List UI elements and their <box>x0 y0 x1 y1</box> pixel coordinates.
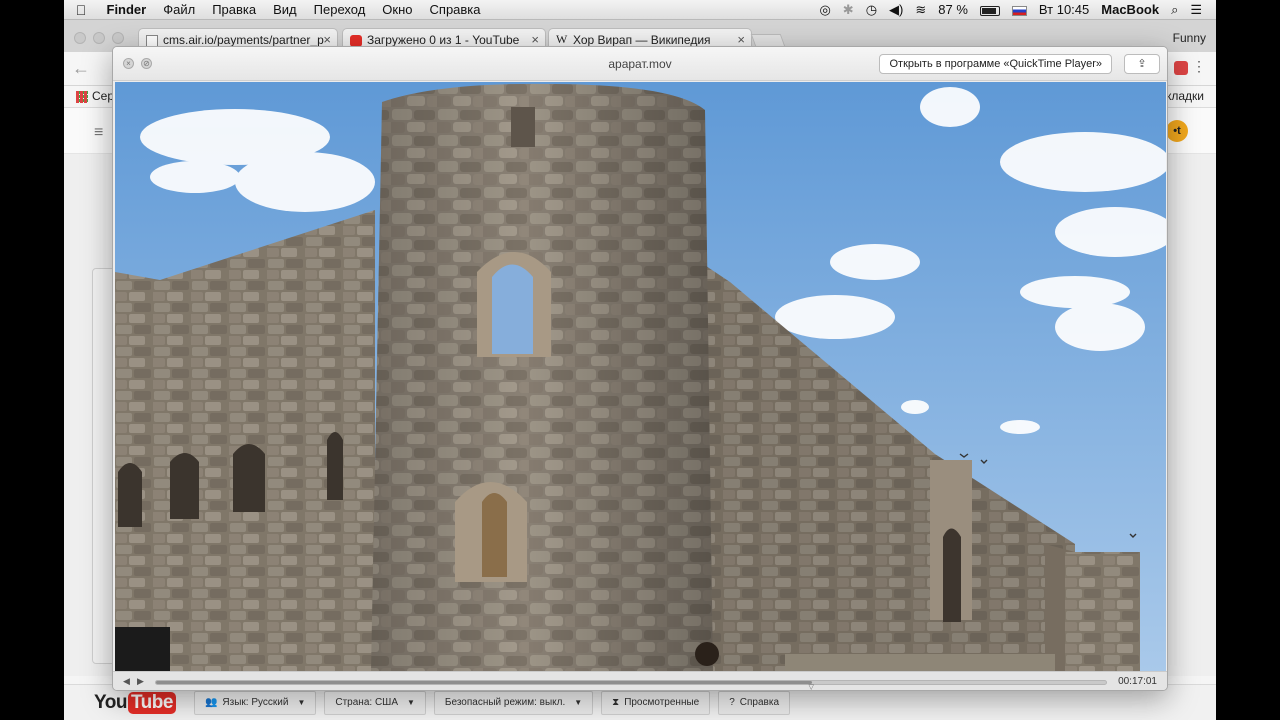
other-bookmarks[interactable]: кладки <box>1166 89 1204 103</box>
open-in-quicktime-button[interactable]: Открыть в программе «QuickTime Player» <box>879 54 1112 74</box>
help-icon: ? <box>729 697 735 708</box>
tab-title: cms.air.io/payments/partner_p <box>163 33 324 47</box>
input-source-flag-icon[interactable] <box>1006 2 1033 17</box>
playback-controls: ◀ ▶ ▽ 00:17:01 <box>113 671 1167 690</box>
volume-icon[interactable]: ◀) <box>883 2 909 18</box>
chrome-close-dot[interactable] <box>74 32 86 44</box>
menu-file[interactable]: Файл <box>155 2 204 17</box>
history-label: Просмотренные <box>624 697 700 708</box>
language-icon: 👥 <box>204 697 218 708</box>
elapsed-time: 00:17:01 <box>1118 676 1157 687</box>
close-tab-icon[interactable]: × <box>531 32 539 47</box>
extension-icon[interactable] <box>1174 61 1188 75</box>
menu-computer-name[interactable]: MacBook <box>1095 2 1165 17</box>
logo-you: You <box>94 691 127 713</box>
close-tab-icon[interactable]: × <box>323 32 331 47</box>
quicktime-window: × ⊘ арарат.mov Открыть в программе «Quic… <box>112 46 1168 691</box>
chrome-zoom-dot[interactable] <box>112 32 124 44</box>
safe-mode-select[interactable]: Безопасный режим: выкл. ▼ <box>433 690 594 715</box>
menu-bar:  Finder Файл Правка Вид Переход Окно Сп… <box>64 0 1216 20</box>
chevron-down-icon: ▼ <box>407 698 415 707</box>
back-arrow-icon[interactable]: ← <box>72 58 90 79</box>
menu-view[interactable]: Вид <box>265 2 306 17</box>
tab-title: Загружено 0 из 1 - YouTube <box>367 33 520 47</box>
apps-grid-icon[interactable] <box>76 91 88 103</box>
help-button[interactable]: ? Справка <box>718 690 791 715</box>
youtube-logo[interactable]: You Tube <box>94 691 176 714</box>
battery-icon[interactable] <box>974 2 1006 17</box>
account-avatar[interactable]: •t <box>1166 120 1188 142</box>
profile-name[interactable]: Funny <box>1173 31 1206 45</box>
chrome-menu-icon[interactable]: ⋮ <box>1192 58 1206 75</box>
wifi-icon[interactable]: ≋ <box>909 2 932 18</box>
tab-title: Хор Вирап — Википедия <box>573 33 711 47</box>
bookmark-services[interactable]: Сер <box>92 89 114 103</box>
share-icon[interactable]: ⇪ <box>1124 54 1160 74</box>
menu-app-name[interactable]: Finder <box>98 2 155 17</box>
country-select[interactable]: Страна: США ▼ <box>324 690 426 715</box>
battery-percent[interactable]: 87 % <box>932 2 974 17</box>
left-letterbox <box>0 0 64 720</box>
right-letterbox <box>1216 0 1280 720</box>
menu-edit[interactable]: Правка <box>204 2 265 17</box>
language-label: Язык: Русский <box>222 697 289 708</box>
notification-center-icon[interactable]: ☰ <box>1184 2 1208 18</box>
creative-cloud-icon[interactable]: ◎ <box>813 2 836 18</box>
bluetooth-icon[interactable]: ✱ <box>837 2 860 18</box>
rewind-icon[interactable]: ◀ <box>123 676 130 687</box>
history-button[interactable]: ⧗ Просмотренные <box>601 690 711 715</box>
time-machine-icon[interactable]: ◷ <box>860 2 883 18</box>
video-frame[interactable] <box>115 82 1166 671</box>
menu-window[interactable]: Окно <box>374 2 421 17</box>
quicktime-titlebar: × ⊘ арарат.mov Открыть в программе «Quic… <box>113 47 1167 81</box>
apple-icon[interactable]:  <box>64 2 98 18</box>
scrubber-progress <box>156 681 812 684</box>
language-select[interactable]: 👥 Язык: Русский ▼ <box>193 690 317 715</box>
fortress-video-still <box>115 82 1166 671</box>
play-icon[interactable]: ▶ <box>137 676 144 687</box>
spotlight-search-icon[interactable]: ⌕ <box>1165 2 1184 18</box>
hourglass-icon: ⧗ <box>612 697 620 708</box>
guide-menu-icon[interactable]: ≡ <box>94 124 103 142</box>
chevron-down-icon: ▼ <box>297 698 306 707</box>
menu-help[interactable]: Справка <box>421 2 489 17</box>
country-label: Страна: США <box>335 697 398 708</box>
scrubber-track[interactable]: ▽ <box>155 680 1107 690</box>
wikipedia-favicon-icon: W <box>556 32 568 46</box>
safe-mode-label: Безопасный режим: выкл. <box>444 697 566 708</box>
chrome-minimize-dot[interactable] <box>93 32 105 44</box>
menu-go[interactable]: Переход <box>305 2 374 17</box>
close-tab-icon[interactable]: × <box>737 32 745 47</box>
menu-clock[interactable]: Вт 10:45 <box>1033 2 1095 17</box>
logo-tube: Tube <box>127 691 176 714</box>
chevron-down-icon: ▼ <box>574 698 583 707</box>
help-label: Справка <box>739 697 780 708</box>
status-area: ◎ ✱ ◷ ◀) ≋ 87 % Вт 10:45 MacBook ⌕ ☰ <box>813 2 1216 18</box>
playhead-icon[interactable]: ▽ <box>809 683 814 690</box>
